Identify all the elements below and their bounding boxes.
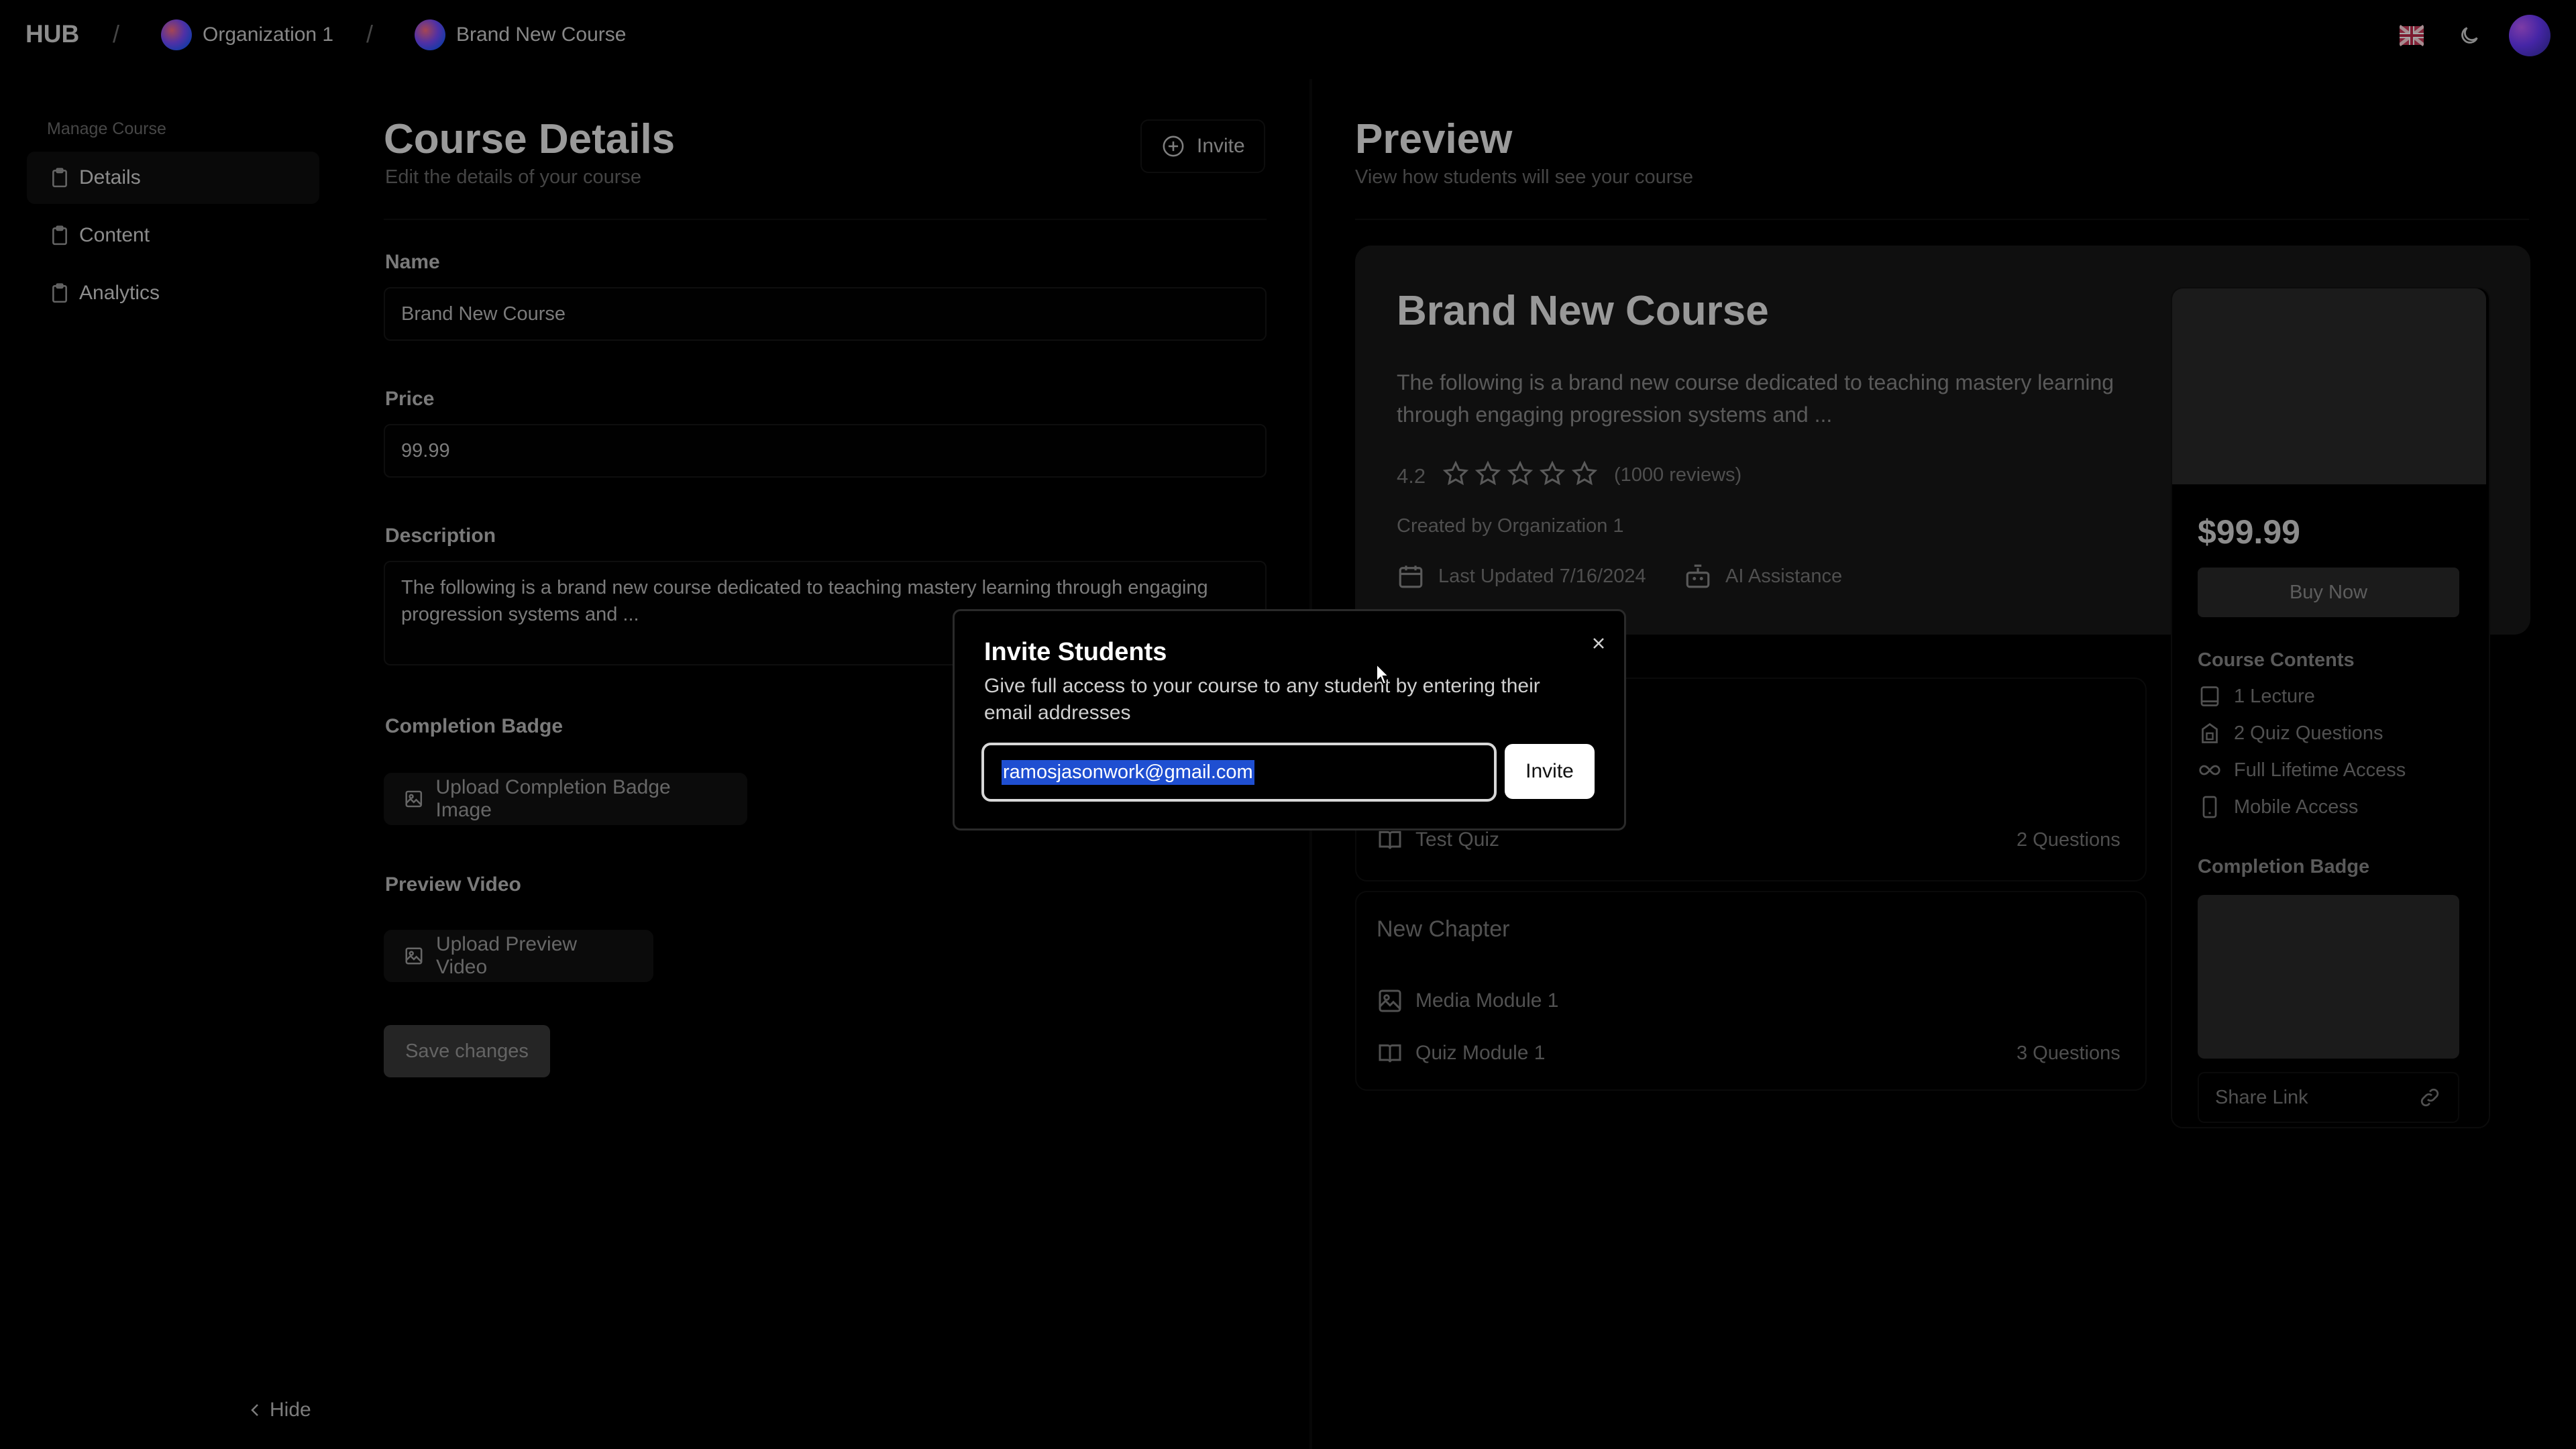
close-icon[interactable] (1585, 630, 1612, 657)
send-invite-button[interactable]: Invite (1505, 744, 1595, 799)
invite-students-modal: Invite Students Give full access to your… (953, 609, 1626, 830)
modal-title: Invite Students (984, 638, 1167, 666)
email-input[interactable]: ramosjasonwork@gmail.com (981, 743, 1497, 802)
email-input-value: ramosjasonwork@gmail.com (1002, 759, 1254, 785)
modal-description: Give full access to your course to any s… (984, 675, 1540, 724)
app-page: HUB / Organization 1 / Brand New Course (0, 0, 2576, 1449)
mouse-cursor-icon (1375, 663, 1390, 686)
